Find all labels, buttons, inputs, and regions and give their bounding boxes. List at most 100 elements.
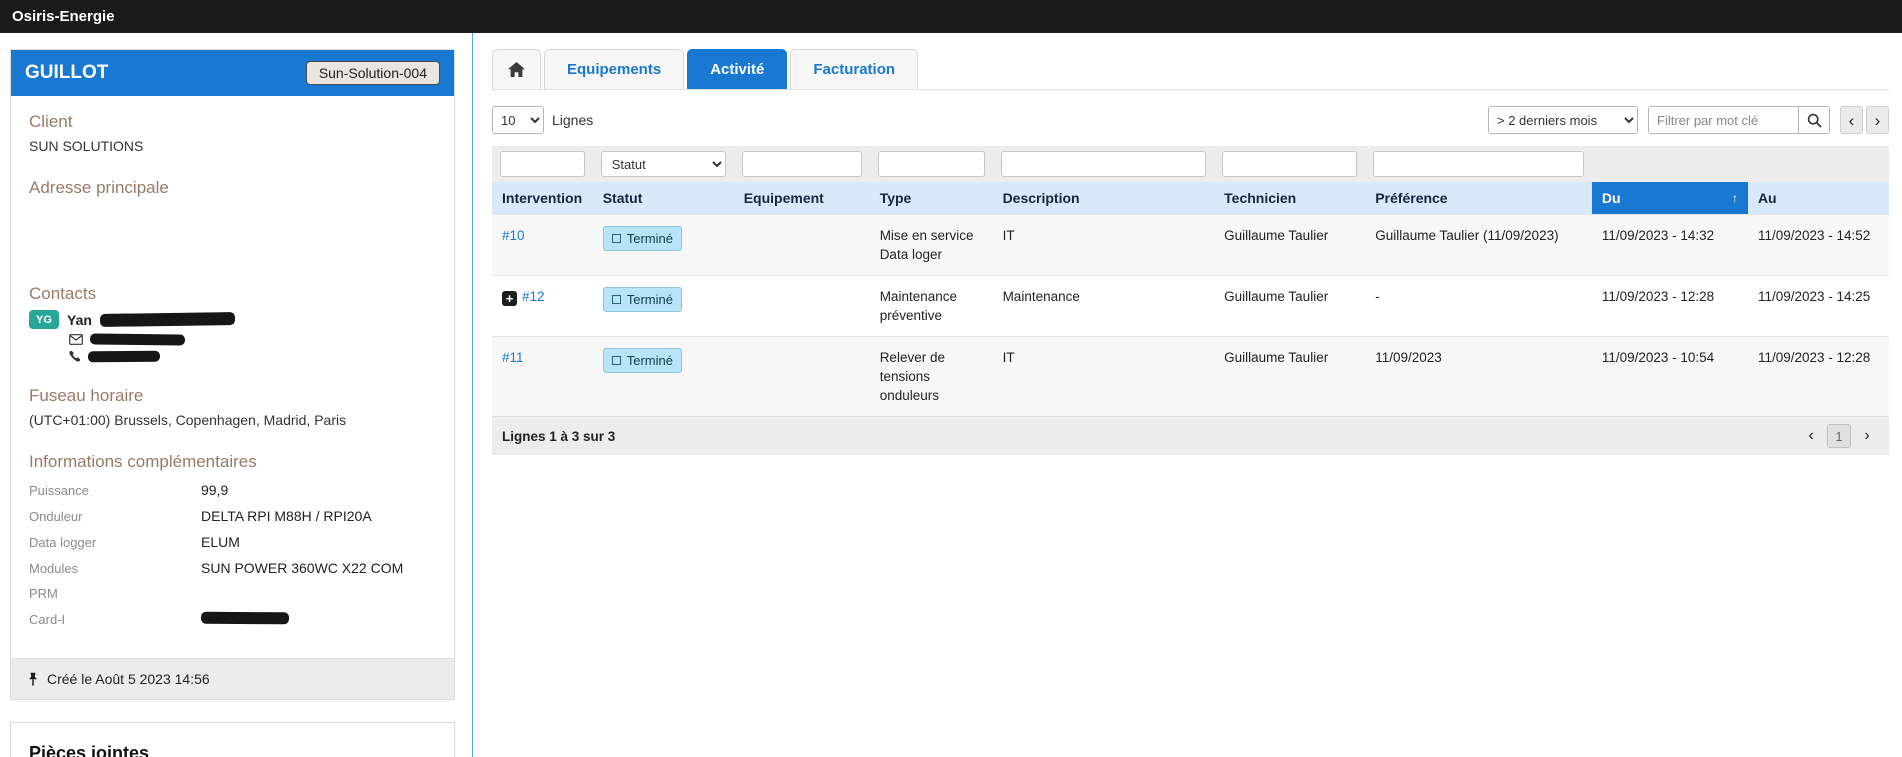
status-square-icon: [612, 295, 621, 304]
cell-equipment: [734, 337, 870, 417]
status-badge: Terminé: [603, 348, 682, 373]
cell-du: 11/09/2023 - 14:32: [1592, 215, 1748, 276]
page-layout: GUILLOT Sun-Solution-004 Client SUN SOLU…: [0, 33, 1902, 757]
prev-page-button[interactable]: ‹: [1799, 424, 1823, 448]
col-equipement[interactable]: Equipement: [734, 182, 870, 215]
period-filter-select[interactable]: > 2 derniers mois: [1488, 106, 1638, 134]
cell-au: 11/09/2023 - 12:28: [1748, 337, 1889, 417]
filter-equipment-input[interactable]: [742, 151, 862, 177]
filter-du-empty: [1592, 146, 1748, 182]
status-label: Terminé: [627, 351, 673, 370]
redacted-info-value: [201, 612, 289, 625]
status-square-icon: [612, 356, 621, 365]
intervention-link[interactable]: #10: [502, 228, 525, 243]
info-label: Card-I: [29, 612, 201, 627]
info-row: Puissance99,9: [29, 482, 436, 498]
cell-preference: Guillaume Taulier (11/09/2023): [1365, 215, 1592, 276]
created-date-label: Créé le Août 5 2023 14:56: [47, 671, 210, 687]
rows-label: Lignes: [552, 112, 593, 128]
filter-technician-input[interactable]: [1222, 151, 1357, 177]
client-sidebar: GUILLOT Sun-Solution-004 Client SUN SOLU…: [10, 49, 455, 757]
cell-preference: -: [1365, 276, 1592, 337]
client-heading: Client: [29, 112, 436, 132]
intervention-link[interactable]: #11: [502, 350, 524, 365]
col-statut[interactable]: Statut: [593, 182, 734, 215]
additional-info-list: Puissance99,9OnduleurDELTA RPI M88H / RP…: [29, 482, 436, 628]
redacted-contact-email: [90, 334, 185, 346]
cell-technician: Guillaume Taulier: [1214, 215, 1365, 276]
page-size-select[interactable]: 10: [492, 106, 544, 134]
col-technicien[interactable]: Technicien: [1214, 182, 1365, 215]
info-value: ELUM: [201, 534, 240, 550]
table-row: #10TerminéMise en service Data logerITGu…: [492, 215, 1889, 276]
cell-description: IT: [993, 337, 1215, 417]
info-row: Data loggerELUM: [29, 534, 436, 550]
filter-preference-input[interactable]: [1373, 151, 1584, 177]
col-preference[interactable]: Préférence: [1365, 182, 1592, 215]
page-1-button[interactable]: 1: [1827, 424, 1851, 448]
cell-au: 11/09/2023 - 14:52: [1748, 215, 1889, 276]
col-du[interactable]: Du ↑: [1592, 182, 1748, 215]
col-du-label: Du: [1602, 190, 1621, 206]
app-title-bar: Osiris-Energie: [0, 0, 1902, 33]
contact-name: Yan: [67, 312, 92, 328]
cell-preference: 11/09/2023: [1365, 337, 1592, 417]
interventions-table: Statut Intervention Statut Equipement Ty…: [492, 146, 1889, 416]
tab-activite[interactable]: Activité: [687, 49, 787, 89]
cell-du: 11/09/2023 - 12:28: [1592, 276, 1748, 337]
info-label: Puissance: [29, 483, 201, 498]
phone-icon: [69, 350, 81, 362]
timezone-value: (UTC+01:00) Brussels, Copenhagen, Madrid…: [29, 412, 436, 428]
filter-intervention-input[interactable]: [500, 151, 585, 177]
attachments-card: Pièces jointes: [10, 722, 455, 757]
cell-intervention: + #12: [492, 276, 593, 337]
filter-au-empty: [1748, 146, 1889, 182]
status-label: Terminé: [627, 229, 673, 248]
status-badge: Terminé: [603, 226, 682, 251]
search-icon: [1807, 113, 1822, 128]
filter-type-input[interactable]: [878, 151, 985, 177]
cell-description: Maintenance: [993, 276, 1215, 337]
table-body: Statut Intervention Statut Equipement Ty…: [492, 146, 1889, 416]
tab-facturation[interactable]: Facturation: [790, 49, 918, 89]
contact-email-line[interactable]: [69, 334, 436, 345]
prev-period-button[interactable]: ‹: [1840, 106, 1863, 134]
keyword-filter-input[interactable]: [1648, 106, 1798, 134]
cell-status: Terminé: [593, 337, 734, 417]
cell-equipment: [734, 276, 870, 337]
timezone-heading: Fuseau horaire: [29, 386, 436, 406]
info-value: SUN POWER 360WC X22 COM: [201, 560, 403, 576]
redacted-contact-name: [100, 312, 235, 327]
filter-description-input[interactable]: [1001, 151, 1207, 177]
tab-home[interactable]: [492, 49, 541, 89]
client-card-header: GUILLOT Sun-Solution-004: [11, 50, 454, 96]
contact-phone-line[interactable]: [69, 350, 436, 362]
cell-du: 11/09/2023 - 10:54: [1592, 337, 1748, 417]
next-period-button[interactable]: ›: [1866, 106, 1889, 134]
filter-status-select[interactable]: Statut: [601, 151, 726, 177]
col-intervention[interactable]: Intervention: [492, 182, 593, 215]
search-button[interactable]: [1798, 106, 1830, 134]
cell-intervention: #10: [492, 215, 593, 276]
table-footer: Lignes 1 à 3 sur 3 ‹ 1 ›: [492, 416, 1889, 455]
intervention-link[interactable]: #12: [522, 289, 545, 304]
main-content: Equipements Activité Facturation 10 Lign…: [492, 33, 1889, 455]
tab-equipements[interactable]: Equipements: [544, 49, 684, 89]
client-name: SUN SOLUTIONS: [29, 138, 436, 154]
cell-technician: Guillaume Taulier: [1214, 276, 1365, 337]
cell-intervention: #11: [492, 337, 593, 417]
home-icon: [508, 62, 525, 77]
table-toolbar: 10 Lignes > 2 derniers mois ‹: [492, 106, 1889, 134]
tab-bar: Equipements Activité Facturation: [492, 49, 1889, 90]
col-type[interactable]: Type: [870, 182, 993, 215]
panel-divider[interactable]: [472, 33, 473, 757]
info-row: ModulesSUN POWER 360WC X22 COM: [29, 560, 436, 576]
cell-status: Terminé: [593, 215, 734, 276]
address-empty: [29, 204, 436, 260]
contact-item: YG Yan: [29, 310, 436, 362]
status-label: Terminé: [627, 290, 673, 309]
next-page-button[interactable]: ›: [1855, 424, 1879, 448]
col-au[interactable]: Au: [1748, 182, 1889, 215]
expand-row-icon[interactable]: +: [502, 291, 517, 306]
col-description[interactable]: Description: [993, 182, 1215, 215]
